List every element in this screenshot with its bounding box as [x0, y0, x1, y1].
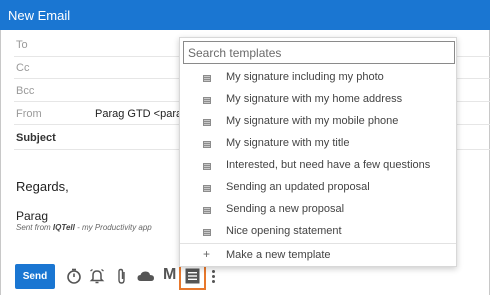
- title-bar: New Email: [0, 0, 490, 30]
- signature-suffix: - my Productivity app: [74, 223, 152, 232]
- template-label: Sending a new proposal: [226, 203, 345, 215]
- template-label: Sending an updated proposal: [226, 181, 370, 193]
- m-logo-icon[interactable]: M: [163, 266, 176, 284]
- template-label: My signature with my mobile phone: [226, 115, 399, 127]
- template-item[interactable]: Sending an updated proposal: [180, 177, 456, 199]
- bcc-label: Bcc: [16, 85, 35, 97]
- attachment-icon[interactable]: [113, 267, 131, 285]
- template-item[interactable]: My signature with my mobile phone: [180, 111, 456, 133]
- template-label: Interested, but need have a few question…: [226, 159, 431, 171]
- timer-icon[interactable]: [65, 267, 83, 285]
- template-item[interactable]: Interested, but need have a few question…: [180, 155, 456, 177]
- template-item[interactable]: Sending a new proposal: [180, 199, 456, 221]
- template-icon: [203, 141, 211, 148]
- template-item[interactable]: Nice opening statement: [180, 221, 456, 243]
- template-label: My signature with my home address: [226, 93, 403, 105]
- template-item[interactable]: My signature with my title: [180, 133, 456, 155]
- signature-app: IQTell: [52, 223, 75, 232]
- template-icon: [203, 207, 211, 214]
- signature-name[interactable]: Parag: [16, 209, 48, 223]
- reminder-bell-icon[interactable]: [88, 267, 106, 285]
- cc-label: Cc: [16, 62, 30, 74]
- templates-icon: [185, 268, 200, 284]
- template-label: My signature including my photo: [226, 71, 384, 83]
- signature-line[interactable]: Sent from IQTell - my Productivity app: [16, 223, 152, 232]
- subject-label: Subject: [16, 132, 56, 144]
- plus-icon: +: [203, 247, 211, 261]
- from-label: From: [16, 108, 42, 120]
- template-icon: [203, 97, 211, 104]
- templates-dropdown: My signature including my photo My signa…: [179, 37, 457, 267]
- template-label: My signature with my title: [226, 137, 350, 149]
- template-icon: [203, 185, 211, 192]
- template-label: Nice opening statement: [226, 225, 342, 237]
- template-icon: [203, 75, 211, 82]
- from-value[interactable]: Parag GTD <parag: [95, 108, 188, 120]
- template-item[interactable]: My signature with my home address: [180, 89, 456, 111]
- cloud-icon[interactable]: [136, 267, 156, 285]
- make-new-template-item[interactable]: + Make a new template: [180, 244, 456, 266]
- send-button[interactable]: Send: [15, 264, 55, 289]
- more-vertical-icon[interactable]: [212, 270, 216, 284]
- make-new-template-label: Make a new template: [226, 249, 331, 261]
- to-label: To: [16, 39, 28, 51]
- template-icon: [203, 229, 211, 236]
- template-icon: [203, 163, 211, 170]
- template-search-input[interactable]: [183, 41, 455, 64]
- template-item[interactable]: My signature including my photo: [180, 67, 456, 89]
- template-icon: [203, 119, 211, 126]
- signature-prefix: Sent from: [16, 223, 53, 232]
- body-greeting[interactable]: Regards,: [16, 179, 69, 194]
- window-title: New Email: [8, 8, 71, 23]
